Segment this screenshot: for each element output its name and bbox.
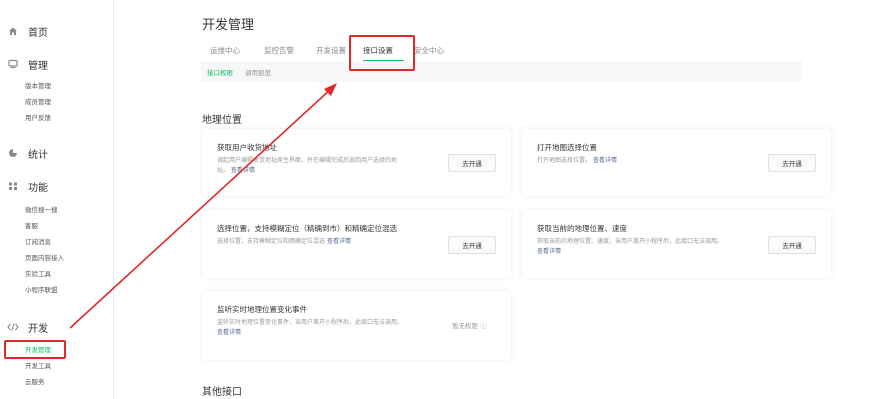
api-card: 打开地图选择位置 打开地图选择位置。 查看详情 去开通 <box>522 129 831 196</box>
sidebar-item-home[interactable]: 首页 <box>0 23 114 39</box>
nav-group-stats: 统计 <box>0 145 114 161</box>
api-card: 获取用户收货地址 调起用户编辑收货地址原生界面，并在编辑完成后返回用户选择的地 … <box>202 129 511 196</box>
sidebar-item-label: 开发 <box>28 323 48 335</box>
sidebar-item-label: 统计 <box>28 149 48 161</box>
sidebar-item-manage[interactable]: 管理 <box>0 56 114 72</box>
nav-group-home: 首页 <box>0 23 114 39</box>
details-link[interactable]: 查看详情 <box>231 167 255 174</box>
sidebar-item-content[interactable]: 页面内容接入 <box>25 250 114 266</box>
sidebar-item-label: 首页 <box>28 27 48 39</box>
tab-monitor[interactable]: 监控告警 <box>264 44 316 62</box>
sidebar-item-subscribe[interactable]: 订阅消息 <box>25 234 114 250</box>
card-desc: 获取当前的地理位置、速度。当用户离开小程序后，此接口无法调用。 查看详情 <box>537 238 724 255</box>
details-link[interactable]: 查看详情 <box>593 157 617 164</box>
card-title: 获取当前的地理位置、速度 <box>537 224 627 233</box>
grid-icon <box>6 179 20 193</box>
card-title: 监听实时地理位置变化事件 <box>217 305 307 314</box>
code-icon <box>6 320 20 334</box>
sidebar-item-features[interactable]: 功能 <box>0 178 114 194</box>
section-title-geo: 地理位置 <box>202 115 242 126</box>
card-title: 打开地图选择位置 <box>537 143 597 152</box>
sidebar-item-cloud[interactable]: 云服务 <box>25 374 114 390</box>
sidebar-item-stats[interactable]: 统计 <box>0 145 114 161</box>
sidebar-item-label: 功能 <box>28 182 48 194</box>
nav-group-manage: 管理 版本管理 成员管理 用户反馈 <box>0 56 114 126</box>
section-title-other: 其他接口 <box>202 387 242 398</box>
api-card: 监听实时地理位置变化事件 监听实时地理位置变化事件，当用户离开小程序后，此接口无… <box>202 291 511 360</box>
home-icon <box>6 24 20 38</box>
enable-button[interactable]: 去开通 <box>768 236 816 254</box>
api-card: 获取当前的地理位置、速度 获取当前的地理位置、速度。当用户离开小程序后，此接口无… <box>522 210 831 278</box>
api-card: 选择位置，支持模糊定位（精确到市）和精确定位混选 选择位置，支持模糊定位和精确定… <box>202 210 511 278</box>
details-link[interactable]: 查看详情 <box>537 248 561 255</box>
card-title: 选择位置，支持模糊定位（精确到市）和精确定位混选 <box>217 224 397 233</box>
main-content: 开发管理 运维中心 监控告警 开发设置 接口设置 安全中心 接口权限 调用额度 … <box>114 0 888 399</box>
details-link[interactable]: 查看详情 <box>327 238 351 245</box>
card-desc: 调起用户编辑收货地址原生界面，并在编辑完成后返回用户选择的地 址。 查看详情 <box>217 157 398 174</box>
card-desc: 监听实时地理位置变化事件，当用户离开小程序后，此接口无法调用。 查看详情 <box>217 319 404 336</box>
monitor-icon <box>6 57 20 71</box>
page-title: 开发管理 <box>202 18 255 33</box>
sidebar-item-members[interactable]: 成员管理 <box>25 94 114 110</box>
tab-ops[interactable]: 运维中心 <box>210 44 264 62</box>
sidebar-item-union[interactable]: 小程序联盟 <box>25 282 114 298</box>
sidebar-item-dev-tools[interactable]: 开发工具 <box>25 358 114 374</box>
highlight-box-sidebar <box>4 340 66 359</box>
sidebar-item-feedback[interactable]: 用户反馈 <box>25 110 114 126</box>
sidebar-item-label: 管理 <box>28 60 48 72</box>
card-desc: 选择位置，支持模糊定位和精确定位混选 查看详情 <box>217 238 351 245</box>
tab-security[interactable]: 安全中心 <box>414 44 454 62</box>
subtab-quota[interactable]: 调用额度 <box>245 67 271 77</box>
subtab-bar: 接口权限 调用额度 <box>201 61 802 82</box>
highlight-box-tab <box>349 35 415 71</box>
enable-button[interactable]: 去开通 <box>768 154 816 172</box>
nav-group-features: 功能 微信搜一搜 客服 订阅消息 页面内容接入 实验工具 小程序联盟 <box>0 178 114 298</box>
no-permission-status: 暂无权限 ⓘ <box>452 322 487 330</box>
sidebar-item-service[interactable]: 客服 <box>25 218 114 234</box>
sidebar-item-experiment[interactable]: 实验工具 <box>25 266 114 282</box>
card-desc: 打开地图选择位置。 查看详情 <box>537 157 617 164</box>
sidebar-item-search[interactable]: 微信搜一搜 <box>25 202 114 218</box>
details-link[interactable]: 查看详情 <box>217 329 241 336</box>
tab-bar: 运维中心 监控告警 开发设置 接口设置 安全中心 <box>202 44 454 62</box>
pie-chart-icon <box>6 146 20 160</box>
subtab-api-permission[interactable]: 接口权限 <box>207 67 233 77</box>
sidebar-item-dev[interactable]: 开发 <box>0 319 114 335</box>
enable-button[interactable]: 去开通 <box>448 154 496 172</box>
card-title: 获取用户收货地址 <box>217 143 277 152</box>
sidebar-item-version[interactable]: 版本管理 <box>25 78 114 94</box>
enable-button[interactable]: 去开通 <box>448 236 496 254</box>
